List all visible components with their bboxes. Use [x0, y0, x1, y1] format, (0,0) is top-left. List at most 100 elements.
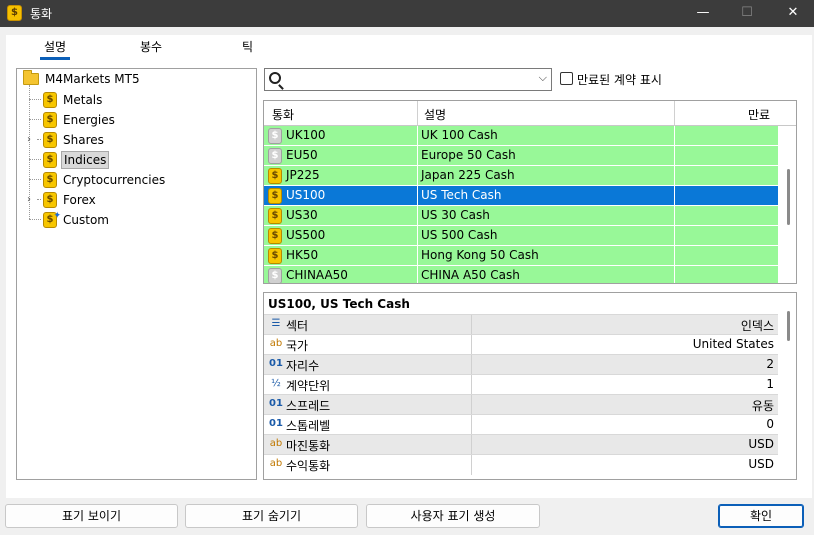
cell-divider	[417, 146, 418, 166]
symbol-enabled-icon: $	[268, 188, 282, 204]
table-row[interactable]: $ US500 US 500 Cash	[264, 226, 778, 246]
table-row[interactable]: $ JP225 Japan 225 Cash	[264, 166, 778, 186]
row-description: US 30 Cash	[421, 208, 490, 222]
property-row[interactable]: 01 스프레드 유동	[264, 394, 778, 415]
symbols-table-scrollbar[interactable]	[787, 169, 790, 225]
tree-root-label: M4Markets MT5	[45, 72, 140, 86]
cell-divider	[674, 266, 675, 283]
chevron-down-icon[interactable]: ⌵	[539, 71, 547, 85]
symbol-disabled-icon: $	[268, 128, 282, 144]
cell-divider	[471, 455, 472, 475]
hide-symbol-button[interactable]: 표기 숨기기	[185, 504, 358, 528]
property-row[interactable]: ☰ 섹터 인덱스	[264, 314, 778, 335]
text-icon: ab	[269, 338, 283, 349]
symbol-group-tree[interactable]: M4Markets MT5 $ Metals $ Energies › $ Sh…	[16, 68, 257, 480]
text-icon: ab	[269, 458, 283, 469]
tree-item-cryptocurrencies[interactable]: $ Cryptocurrencies	[43, 170, 167, 190]
tree-item-label: Metals	[63, 93, 103, 107]
tree-item-label: Cryptocurrencies	[63, 173, 166, 187]
table-row[interactable]: $ UK100 UK 100 Cash	[264, 126, 778, 146]
symbol-properties-panel[interactable]: US100, US Tech Cash ☰ 섹터 인덱스 ab 국가 Unite…	[263, 292, 797, 480]
table-row-selected[interactable]: $ US100 US Tech Cash	[264, 186, 778, 206]
cell-divider	[471, 315, 472, 335]
column-header-expiry[interactable]: 만료	[748, 106, 770, 123]
tab-bars[interactable]: 봉수	[140, 38, 162, 55]
cell-divider	[417, 186, 418, 206]
tree-item-shares[interactable]: $ Shares	[43, 130, 106, 150]
symbol-group-icon: $	[43, 112, 57, 128]
symbol-search-combo[interactable]: ⌵	[264, 68, 552, 91]
show-expired-checkbox[interactable]	[560, 72, 573, 85]
table-row[interactable]: $ US30 US 30 Cash	[264, 206, 778, 226]
symbols-table[interactable]: 통화 설명 만료 $ UK100 UK 100 Cash $ EU50 Euro…	[263, 100, 797, 284]
close-button[interactable]: ✕	[770, 0, 814, 27]
property-value: United States	[692, 337, 774, 351]
cell-divider	[471, 395, 472, 415]
property-row[interactable]: 01 스톱레벨 0	[264, 414, 778, 435]
row-symbol: UK100	[286, 128, 326, 142]
column-divider[interactable]	[674, 101, 675, 126]
cell-divider	[674, 126, 675, 146]
tree-line	[37, 139, 41, 140]
maximize-button[interactable]: ☐	[724, 0, 770, 27]
chevron-right-icon[interactable]: ›	[27, 194, 31, 205]
property-name: 섹터	[286, 319, 309, 333]
search-input[interactable]	[287, 71, 527, 88]
column-header-description[interactable]: 설명	[424, 106, 446, 123]
tree-item-label: Shares	[63, 133, 104, 147]
chevron-right-icon[interactable]: ›	[27, 134, 31, 145]
properties-title: US100, US Tech Cash	[268, 297, 410, 311]
tree-root[interactable]: M4Markets MT5	[23, 69, 142, 89]
column-divider[interactable]	[417, 101, 418, 126]
property-name: 수익통화	[286, 459, 331, 473]
cell-divider	[417, 126, 418, 146]
tree-item-energies[interactable]: $ Energies	[43, 110, 117, 130]
symbol-group-icon: $	[43, 132, 57, 148]
table-row[interactable]: $ CHINAA50 CHINA A50 Cash	[264, 266, 778, 283]
symbol-group-icon: $	[43, 172, 57, 188]
cell-divider	[417, 246, 418, 266]
property-row[interactable]: ab 국가 United States	[264, 334, 778, 355]
tree-item-custom[interactable]: $ Custom	[43, 209, 111, 230]
row-description: US Tech Cash	[421, 188, 502, 202]
row-symbol: JP225	[286, 168, 320, 182]
sector-icon: ☰	[271, 318, 281, 329]
active-tab-indicator	[40, 57, 70, 60]
tree-item-forex[interactable]: $ Forex	[43, 190, 98, 210]
column-header-symbol[interactable]: 통화	[272, 106, 294, 123]
tree-item-metals[interactable]: $ Metals	[43, 90, 104, 110]
property-row[interactable]: 01 자리수 2	[264, 354, 778, 375]
minimize-button[interactable]: —	[680, 0, 726, 27]
cell-divider	[674, 206, 675, 226]
cell-divider	[471, 415, 472, 435]
cell-divider	[417, 266, 418, 283]
table-header: 통화 설명 만료	[264, 101, 796, 126]
text-icon: ab	[269, 438, 283, 449]
symbol-group-icon: $	[43, 192, 57, 208]
table-row[interactable]: $ EU50 Europe 50 Cash	[264, 146, 778, 166]
custom-symbol-icon: $	[43, 209, 61, 228]
tree-line	[37, 199, 41, 200]
row-description: UK 100 Cash	[421, 128, 498, 142]
show-expired-label[interactable]: 만료된 계약 표시	[577, 71, 662, 88]
properties-scrollbar[interactable]	[787, 311, 790, 341]
ok-button[interactable]: 확인	[718, 504, 804, 528]
table-row[interactable]: $ HK50 Hong Kong 50 Cash	[264, 246, 778, 266]
tree-item-indices[interactable]: $ Indices	[43, 150, 110, 170]
property-row[interactable]: ab 마진통화 USD	[264, 434, 778, 455]
create-custom-symbol-button[interactable]: 사용자 표기 생성	[366, 504, 540, 528]
tree-item-label: Custom	[63, 213, 109, 227]
row-symbol: CHINAA50	[286, 268, 348, 282]
tree-line	[29, 219, 41, 220]
symbol-group-icon: $	[43, 92, 57, 108]
row-description: US 500 Cash	[421, 228, 498, 242]
number-icon: 01	[269, 358, 283, 369]
tree-line	[29, 99, 41, 100]
tab-ticks[interactable]: 틱	[242, 38, 253, 55]
property-row[interactable]: ½ 계약단위 1	[264, 374, 778, 395]
show-symbol-button[interactable]: 표기 보이기	[5, 504, 178, 528]
property-row[interactable]: ab 수익통화 USD	[264, 454, 778, 475]
tab-description[interactable]: 설명	[44, 38, 66, 55]
symbol-enabled-icon: $	[268, 248, 282, 264]
symbol-group-icon: $	[43, 152, 57, 168]
